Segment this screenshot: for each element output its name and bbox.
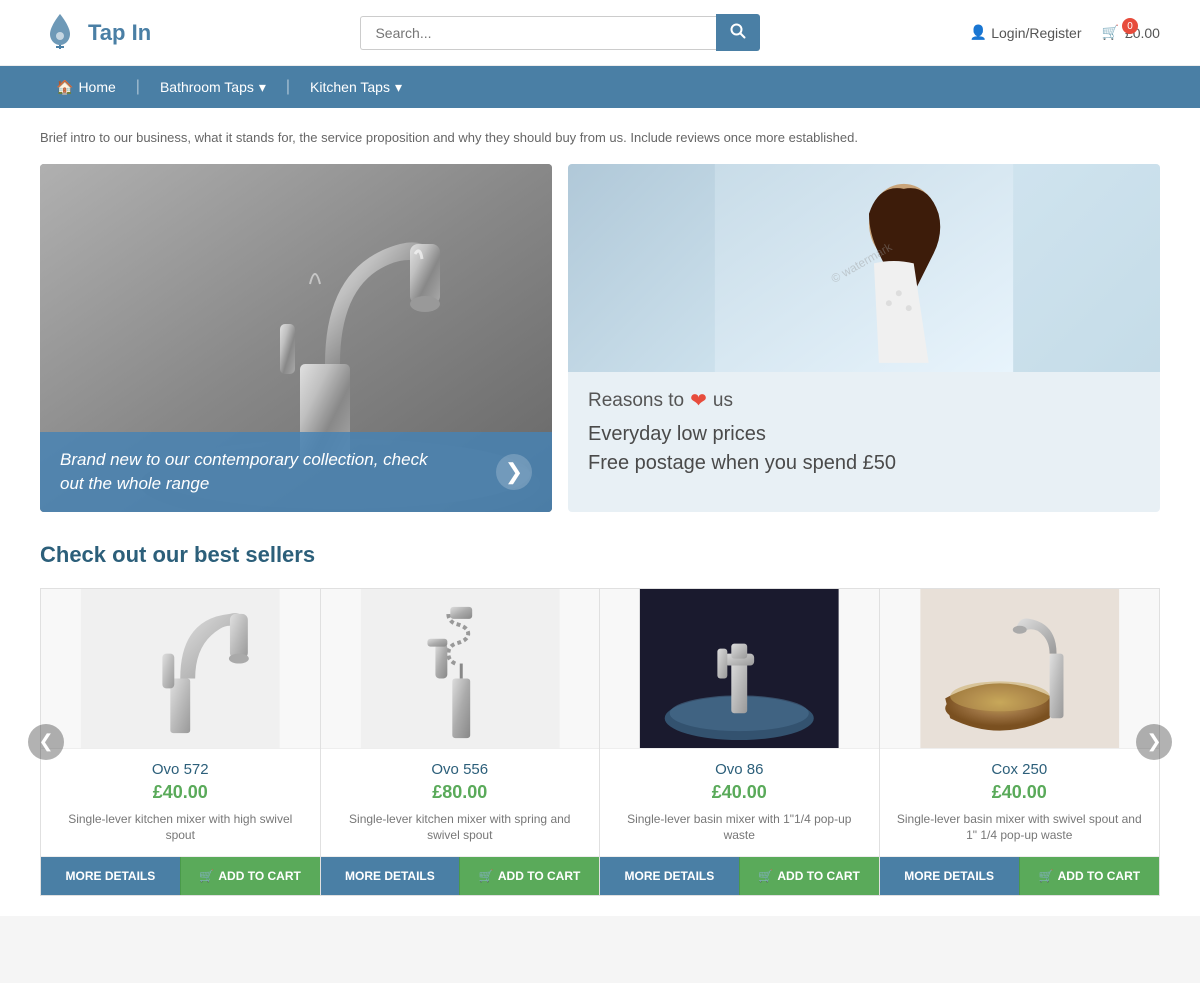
product-price-4: £40.00 (992, 782, 1047, 803)
hero-section: Brand new to our contemporary collection… (40, 164, 1160, 512)
main-content: Brief intro to our business, what it sta… (0, 108, 1200, 916)
login-register-link[interactable]: 👤 Login/Register (970, 24, 1082, 41)
product-image-4 (880, 589, 1160, 749)
cart-icon: 🛒 (1102, 24, 1119, 41)
product-desc-2: Single-lever kitchen mixer with spring a… (321, 811, 600, 857)
navbar: 🏠 Home | Bathroom Taps ▾ | Kitchen Taps … (0, 66, 1200, 108)
add-to-cart-button-4[interactable]: 🛒 ADD TO CART (1019, 857, 1159, 895)
hero-caption: Brand new to our contemporary collection… (60, 448, 438, 496)
nav-home[interactable]: 🏠 Home (40, 67, 132, 108)
product-name-4: Cox 250 (991, 761, 1047, 778)
add-to-cart-button-3[interactable]: 🛒 ADD TO CART (739, 857, 879, 895)
best-sellers-title: Check out our best sellers (40, 542, 1160, 568)
carousel-prev-button[interactable]: ❮ (28, 724, 64, 760)
details-button-2[interactable]: MORE DETAILS (321, 857, 460, 895)
hero-overlay: Brand new to our contemporary collection… (40, 432, 552, 512)
products-grid: Ovo 572 £40.00 Single-lever kitchen mixe… (40, 588, 1160, 897)
search-area (360, 14, 760, 51)
hero-main-banner: Brand new to our contemporary collection… (40, 164, 552, 512)
product-card-2: Ovo 556 £80.00 Single-lever kitchen mixe… (321, 589, 601, 896)
product-price-2: £80.00 (432, 782, 487, 803)
heart-icon: ❤ (690, 388, 707, 413)
search-input[interactable] (360, 16, 716, 50)
header: Tap In 👤 Login/Register 0 🛒 £0.00 (0, 0, 1200, 66)
nav-separator-1: | (132, 66, 144, 108)
nav-separator-2: | (282, 66, 294, 108)
product-price-1: £40.00 (153, 782, 208, 803)
product-desc-3: Single-lever basin mixer with 1"1/4 pop-… (600, 811, 879, 857)
hero-side-image: © watermark (568, 164, 1160, 373)
hero-side-banner: © watermark Reasons to ❤ us Everyday low… (568, 164, 1160, 512)
product-card-3: Ovo 86 £40.00 Single-lever basin mixer w… (600, 589, 880, 896)
product-name-3: Ovo 86 (715, 761, 763, 778)
cart-icon-2: 🛒 (479, 869, 494, 883)
home-icon: 🏠 (56, 79, 73, 96)
details-button-1[interactable]: MORE DETAILS (41, 857, 180, 895)
cart-badge: 0 (1122, 18, 1138, 34)
logo-area: Tap In (40, 10, 151, 55)
benefit-2: Free postage when you spend £50 (588, 452, 1140, 475)
login-label: Login/Register (991, 25, 1081, 41)
logo-icon (40, 10, 80, 55)
product-desc-4: Single-lever basin mixer with swivel spo… (880, 811, 1160, 857)
details-button-3[interactable]: MORE DETAILS (600, 857, 739, 895)
products-carousel: ❮ (40, 588, 1160, 897)
header-right: 👤 Login/Register 0 🛒 £0.00 (970, 24, 1160, 41)
hero-arrow-icon[interactable]: ❯ (496, 454, 532, 490)
product-actions-1: MORE DETAILS 🛒 ADD TO CART (41, 856, 320, 895)
cart-icon-3: 🛒 (758, 869, 773, 883)
product-image-2 (321, 589, 600, 749)
product-card-1: Ovo 572 £40.00 Single-lever kitchen mixe… (41, 589, 321, 896)
product-image-1 (41, 589, 320, 749)
nav-bathroom-taps[interactable]: Bathroom Taps ▾ (144, 67, 282, 108)
hero-side-content: Reasons to ❤ us Everyday low prices Free… (568, 372, 1160, 497)
add-to-cart-button-2[interactable]: 🛒 ADD TO CART (459, 857, 599, 895)
reasons-label: Reasons to ❤ us (588, 388, 1140, 413)
user-icon: 👤 (970, 24, 987, 41)
cart-area[interactable]: 0 🛒 £0.00 (1102, 24, 1160, 41)
logo-text: Tap In (88, 20, 151, 46)
cart-icon-4: 🛒 (1039, 869, 1054, 883)
product-actions-2: MORE DETAILS 🛒 ADD TO CART (321, 856, 600, 895)
chevron-down-icon-2: ▾ (395, 79, 402, 96)
cart-icon-1: 🛒 (199, 869, 214, 883)
details-button-4[interactable]: MORE DETAILS (880, 857, 1019, 895)
add-to-cart-button-1[interactable]: 🛒 ADD TO CART (180, 857, 320, 895)
product-image-3 (600, 589, 879, 749)
chevron-down-icon-1: ▾ (259, 79, 266, 96)
search-button[interactable] (716, 14, 760, 51)
product-desc-1: Single-lever kitchen mixer with high swi… (41, 811, 320, 857)
product-name-2: Ovo 556 (431, 761, 488, 778)
product-price-3: £40.00 (712, 782, 767, 803)
product-actions-3: MORE DETAILS 🛒 ADD TO CART (600, 856, 879, 895)
product-actions-4: MORE DETAILS 🛒 ADD TO CART (880, 856, 1160, 895)
carousel-next-button[interactable]: ❯ (1136, 724, 1172, 760)
intro-text: Brief intro to our business, what it sta… (40, 128, 1160, 148)
product-name-1: Ovo 572 (152, 761, 209, 778)
nav-kitchen-taps[interactable]: Kitchen Taps ▾ (294, 67, 418, 108)
benefit-1: Everyday low prices (588, 423, 1140, 446)
product-card-4: Cox 250 £40.00 Single-lever basin mixer … (880, 589, 1160, 896)
